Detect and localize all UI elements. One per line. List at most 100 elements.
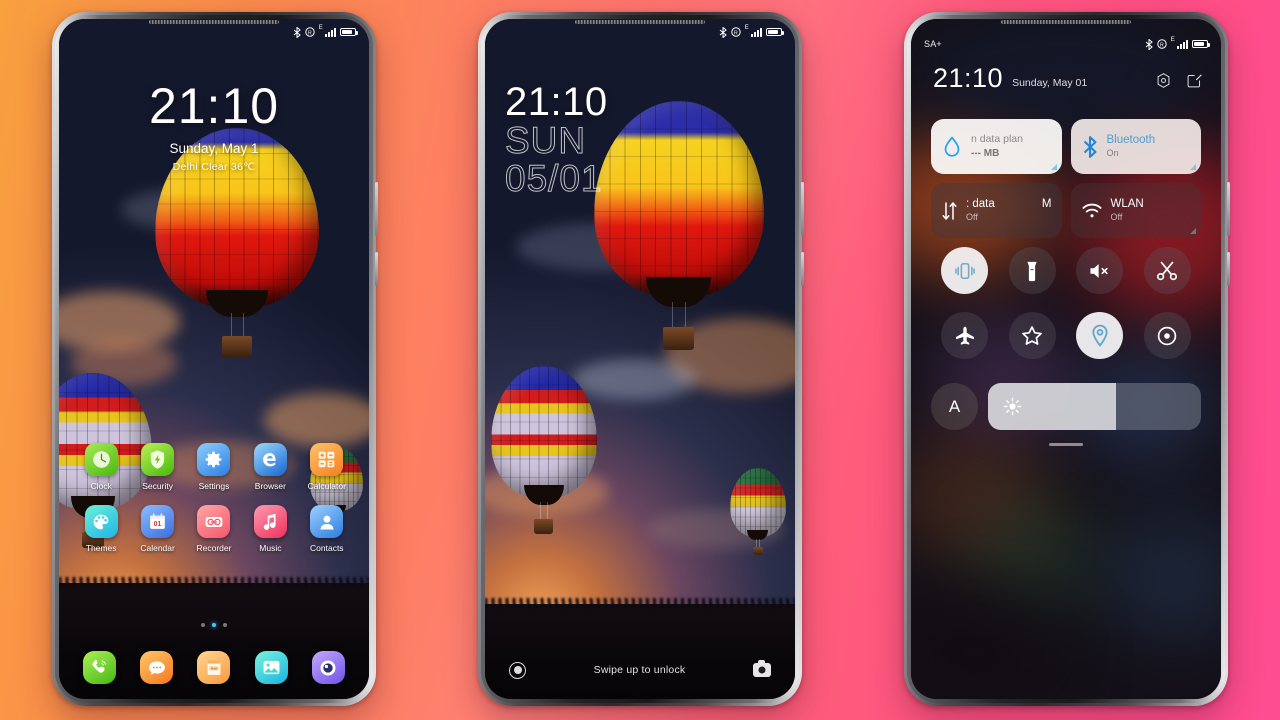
tile-title: Bluetooth <box>1106 134 1156 147</box>
quick-toggles <box>931 247 1201 359</box>
tile-subtitle: Off <box>966 211 978 222</box>
scissors-icon <box>1156 260 1178 282</box>
shortcut-circle-icon[interactable] <box>509 661 526 679</box>
edit-icon[interactable] <box>1186 72 1203 89</box>
notes-icon[interactable]: Note <box>197 651 231 684</box>
balloon-secondary <box>491 365 597 536</box>
app-label: Recorder <box>196 543 232 553</box>
vibrate-toggle[interactable] <box>941 247 989 294</box>
brightness-slider[interactable] <box>988 383 1201 430</box>
wlan-tile[interactable]: WLAN Off <box>1070 183 1201 238</box>
svg-text:R: R <box>308 30 312 36</box>
svg-text:R: R <box>734 30 738 36</box>
flashlight-toggle[interactable] <box>1008 247 1056 294</box>
flashlight-icon <box>1024 260 1040 282</box>
message-icon[interactable] <box>140 651 174 684</box>
mute-toggle[interactable] <box>1076 247 1124 294</box>
earpiece-speaker <box>574 20 706 24</box>
airplane-toggle[interactable] <box>941 312 989 359</box>
app-contacts[interactable]: Contacts <box>299 505 355 553</box>
app-calculator[interactable]: Calculator <box>299 443 355 491</box>
app-recorder[interactable]: Recorder <box>186 505 242 553</box>
svg-text:01: 01 <box>154 521 162 528</box>
panel-drag-handle[interactable] <box>1049 443 1083 446</box>
tile-expand-corner[interactable] <box>1190 164 1196 170</box>
auto-brightness-label: A <box>948 396 961 416</box>
power-button[interactable] <box>1227 182 1230 236</box>
location-toggle[interactable] <box>1076 312 1124 359</box>
screenshot-toggle[interactable] <box>1143 247 1191 294</box>
bluetooth-tile[interactable]: Bluetooth On <box>1070 119 1201 174</box>
app-music[interactable]: Music <box>242 505 298 553</box>
page-dot[interactable] <box>201 623 205 627</box>
favorites-toggle[interactable] <box>1008 312 1056 359</box>
recorder-icon <box>197 505 231 538</box>
status-bar: SA+ R E <box>911 31 1221 57</box>
gallery-icon[interactable] <box>254 651 288 684</box>
tile-title: WLAN <box>1110 198 1144 211</box>
eye-comfort-toggle[interactable] <box>1143 312 1191 359</box>
app-label: Settings <box>198 481 230 491</box>
app-themes[interactable]: Themes <box>73 505 129 553</box>
mobile-data-tile[interactable]: : data M Off <box>931 183 1062 238</box>
app-security[interactable]: Security <box>129 443 185 491</box>
page-dot-active[interactable] <box>212 623 216 627</box>
tile-expand-corner[interactable] <box>1050 164 1057 170</box>
phone-icon[interactable] <box>83 651 117 684</box>
auto-brightness-button[interactable]: A <box>931 383 978 430</box>
home-clock-widget[interactable]: 21:10 Sunday, May 1 Delhi Clear 36℃ <box>59 81 369 173</box>
balloon-tertiary <box>729 467 786 556</box>
app-label: Contacts <box>310 543 344 553</box>
page-dot[interactable] <box>223 623 227 627</box>
battery-icon <box>766 28 784 36</box>
ring-silent-icon: R <box>305 27 315 37</box>
location-pin-icon <box>1091 324 1109 347</box>
camera-eye-icon[interactable] <box>311 651 345 684</box>
bluetooth-icon <box>1081 135 1099 159</box>
data-plan-tile[interactable]: n data plan --- MB <box>931 119 1062 174</box>
lock-clock-dayofweek: SUN <box>505 120 587 162</box>
volume-button[interactable] <box>801 252 804 286</box>
app-label: Clock <box>90 481 112 491</box>
page-indicator <box>59 623 369 627</box>
vibrate-icon <box>954 261 976 281</box>
app-label: Themes <box>85 543 117 553</box>
calendar-icon: 01 <box>141 505 175 538</box>
dock: Note <box>71 651 357 684</box>
earpiece-speaker <box>1000 20 1132 24</box>
phone-home-screen: R E 21:10 Sunday, May 1 Delhi Clear 36℃ … <box>52 12 378 706</box>
app-settings[interactable]: Settings <box>186 443 242 491</box>
water-drop-icon <box>941 135 963 159</box>
power-button[interactable] <box>801 182 804 236</box>
app-clock[interactable]: Clock <box>73 443 129 491</box>
app-browser[interactable]: Browser <box>242 443 298 491</box>
lock-bottom-bar: Swipe up to unlock <box>485 655 795 685</box>
phone3-screen: SA+ R E 21:10 Sunday, May 01 n data plan… <box>911 19 1221 699</box>
volume-button[interactable] <box>1227 252 1230 286</box>
shield-icon <box>141 443 175 476</box>
battery-icon <box>1192 40 1210 48</box>
airplane-icon <box>954 325 976 347</box>
camera-icon[interactable] <box>753 660 771 677</box>
power-button[interactable] <box>375 182 378 236</box>
home-clock-time: 21:10 <box>148 78 280 134</box>
star-icon <box>1021 325 1043 346</box>
ring-silent-icon: R <box>731 27 741 37</box>
quick-settings-tiles: n data plan --- MB Bluetooth On: data M… <box>931 119 1201 238</box>
tile-subtitle: Off <box>1110 211 1123 222</box>
svg-text:R: R <box>1160 42 1164 48</box>
signal-e-icon <box>751 27 762 37</box>
unlock-hint: Swipe up to unlock <box>593 664 686 676</box>
eye-icon <box>1156 325 1178 347</box>
phone1-screen: R E 21:10 Sunday, May 1 Delhi Clear 36℃ … <box>59 19 369 699</box>
volume-button[interactable] <box>375 252 378 286</box>
tile-title: : data <box>966 198 995 211</box>
signal-e-icon <box>325 27 336 37</box>
app-calendar[interactable]: 01 Calendar <box>129 505 185 553</box>
settings-hex-icon[interactable] <box>1155 72 1172 89</box>
phone-control-center: SA+ R E 21:10 Sunday, May 01 n data plan… <box>904 12 1230 706</box>
app-label: Calendar <box>140 543 175 553</box>
lock-clock-time: 21:10 <box>505 80 608 124</box>
cc-time: 21:10 <box>933 63 1004 93</box>
tile-expand-corner[interactable] <box>1190 228 1196 234</box>
